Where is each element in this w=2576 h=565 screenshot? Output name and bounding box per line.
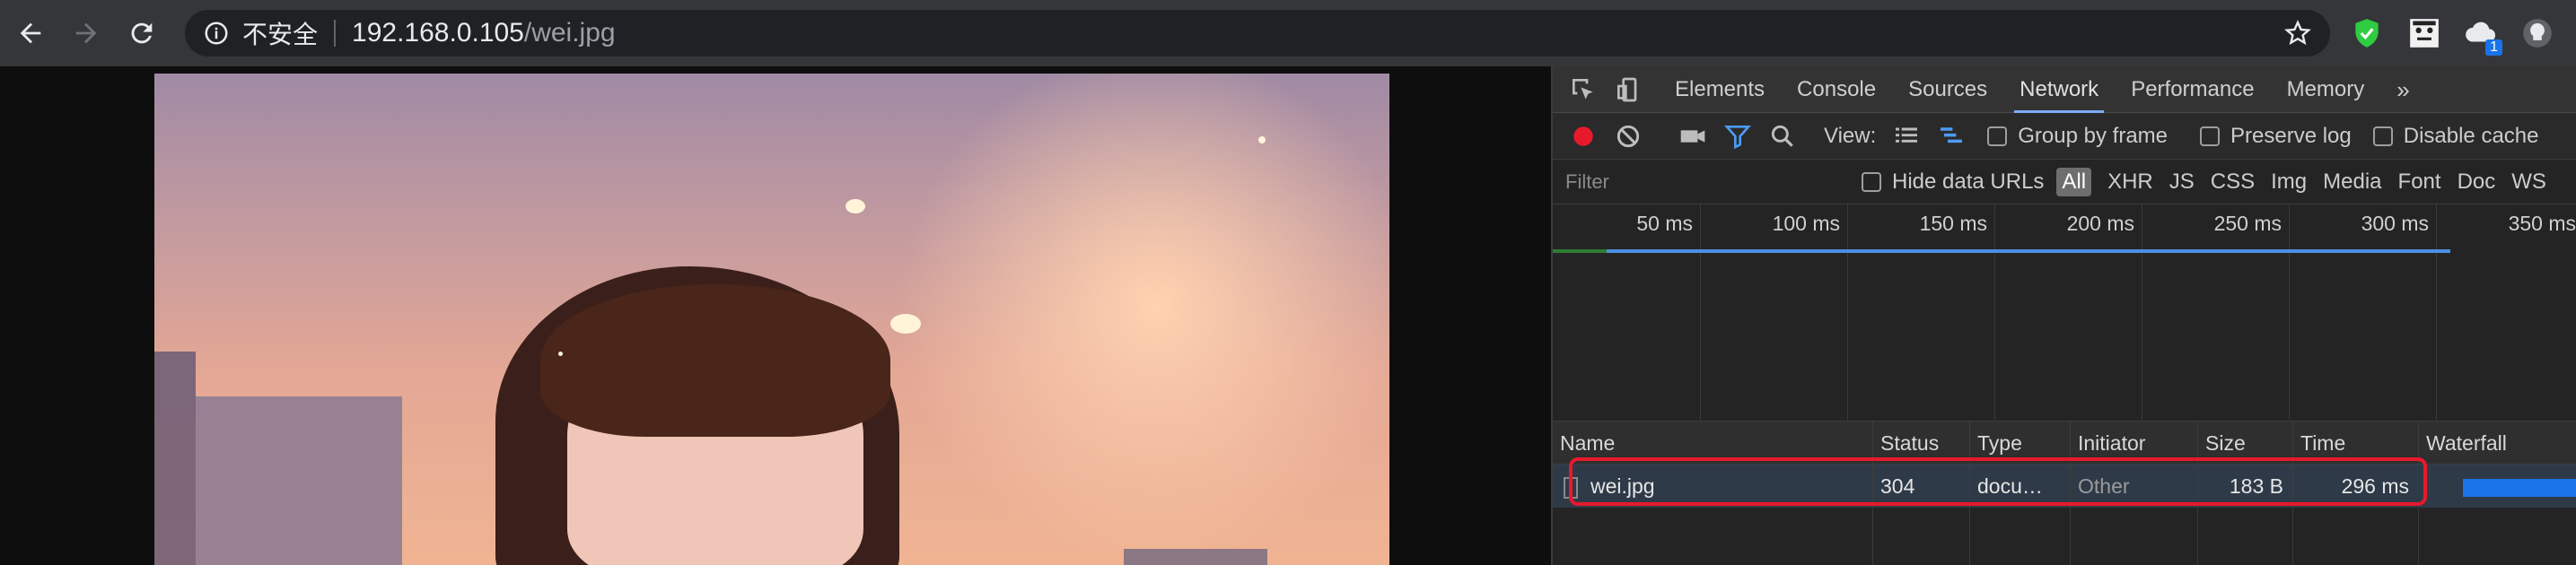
- search-icon[interactable]: [1768, 122, 1797, 151]
- anime-girl-image: [154, 74, 1389, 565]
- filter-type-font[interactable]: Font: [2398, 170, 2441, 195]
- network-overview-timeline: 50 ms 100 ms 150 ms 200 ms 250 ms 300 ms…: [1553, 204, 2576, 422]
- bookmark-star-icon[interactable]: [2283, 19, 2312, 48]
- timeline-tick: 200 ms: [2066, 212, 2134, 235]
- column-divider: [2418, 508, 2419, 565]
- timeline-tick: 350 ms: [2508, 212, 2576, 235]
- tab-network[interactable]: Network: [2014, 66, 2105, 113]
- timeline-tick: 250 ms: [2213, 212, 2282, 235]
- column-waterfall[interactable]: Waterfall: [2418, 422, 2576, 465]
- url-path: /wei.jpg: [523, 18, 616, 48]
- tab-performance[interactable]: Performance: [2131, 66, 2254, 113]
- back-arrow-icon: [20, 22, 41, 44]
- timeline-tick: 50 ms: [1636, 212, 1693, 235]
- more-tabs-icon[interactable]: »: [2396, 66, 2409, 113]
- lightbulb-icon[interactable]: [2520, 16, 2554, 50]
- filter-type-xhr[interactable]: XHR: [2107, 170, 2153, 195]
- highlight-outline: [1569, 457, 2427, 506]
- preserve-log-label: Preserve log: [2230, 123, 2352, 148]
- column-divider: [1872, 508, 1873, 565]
- url-host: 192.168.0.105: [352, 18, 524, 48]
- browser-toolbar: 不安全 192.168.0.105/wei.jpg 1: [0, 0, 2576, 66]
- timeline-request-bar: [1553, 249, 2450, 253]
- filter-type-doc[interactable]: Doc: [2458, 170, 2496, 195]
- filter-bar: Hide data URLs All XHR JS CSS Img Media …: [1553, 160, 2576, 204]
- checkbox-box: [1862, 171, 1881, 192]
- record-icon[interactable]: [1569, 122, 1598, 151]
- network-toolbar: View: Group by frame Preserve log Disabl…: [1553, 113, 2576, 160]
- sparkle: [890, 314, 921, 334]
- tab-console[interactable]: Console: [1797, 66, 1876, 113]
- camera-icon[interactable]: [1678, 122, 1707, 151]
- timeline-request-head: [1553, 249, 1607, 253]
- timeline-tick: 300 ms: [2361, 212, 2429, 235]
- forward-button[interactable]: [61, 8, 111, 58]
- reload-icon: [131, 22, 153, 44]
- checkbox-box: [2200, 126, 2220, 146]
- filter-type-js[interactable]: JS: [2169, 170, 2195, 195]
- info-icon[interactable]: [203, 20, 230, 47]
- filter-type-ws[interactable]: WS: [2511, 170, 2546, 195]
- checkbox-box: [1987, 126, 2008, 146]
- sparkle: [1258, 136, 1266, 143]
- timeline-tick: 100 ms: [1772, 212, 1840, 235]
- filter-type-all[interactable]: All: [2056, 167, 2092, 196]
- column-divider: [1969, 508, 1970, 565]
- tab-elements[interactable]: Elements: [1675, 66, 1765, 113]
- sparkle: [558, 352, 563, 356]
- shield-extension-icon[interactable]: [2350, 16, 2384, 50]
- timeline-gridline: [2289, 204, 2290, 420]
- extension-badge: 1: [2485, 39, 2502, 56]
- timeline-gridline: [1847, 204, 1848, 420]
- clear-icon[interactable]: [1614, 122, 1643, 151]
- page-viewport: [0, 66, 1551, 565]
- hide-data-urls-checkbox[interactable]: Hide data URLs: [1862, 170, 2044, 195]
- sunlight-glow: [887, 74, 1389, 558]
- filter-input[interactable]: [1556, 165, 1853, 198]
- face-extension-icon[interactable]: [2407, 16, 2441, 50]
- building: [196, 396, 402, 565]
- timeline-gridline: [1700, 204, 1701, 420]
- devtools-panel: Elements Console Sources Network Perform…: [1551, 66, 2576, 565]
- address-bar[interactable]: 不安全 192.168.0.105/wei.jpg: [185, 10, 2330, 56]
- cloud-extension[interactable]: 1: [2463, 16, 2502, 56]
- tab-memory[interactable]: Memory: [2287, 66, 2365, 113]
- reload-button[interactable]: [117, 8, 167, 58]
- disable-cache-label: Disable cache: [2403, 123, 2539, 148]
- bangs-shape: [540, 284, 890, 437]
- building: [154, 352, 196, 565]
- browser-window: 不安全 192.168.0.105/wei.jpg 1 Elements Con…: [0, 0, 2576, 565]
- group-by-frame-checkbox[interactable]: Group by frame: [1987, 124, 2168, 149]
- view-label: View:: [1824, 123, 1877, 148]
- omnibox-divider: [334, 20, 337, 47]
- tab-sources[interactable]: Sources: [1908, 66, 1987, 113]
- filter-type-css[interactable]: CSS: [2211, 170, 2255, 195]
- forward-arrow-icon: [75, 22, 97, 44]
- timeline-gridline: [2436, 204, 2437, 420]
- disable-cache-checkbox[interactable]: Disable cache: [2372, 123, 2539, 149]
- waterfall-view-icon[interactable]: [1937, 122, 1966, 151]
- column-divider: [2070, 508, 2071, 565]
- filter-type-img[interactable]: Img: [2271, 170, 2307, 195]
- group-by-frame-label: Group by frame: [2018, 123, 2168, 148]
- building: [1124, 549, 1267, 565]
- filter-type-media[interactable]: Media: [2323, 170, 2381, 195]
- security-label[interactable]: 不安全: [242, 15, 318, 51]
- column-divider: [2197, 508, 2198, 565]
- timeline-gridline: [1994, 204, 1995, 420]
- preserve-log-checkbox[interactable]: Preserve log: [2200, 124, 2352, 149]
- checkbox-box: [2372, 126, 2393, 146]
- devtools-tab-bar: Elements Console Sources Network Perform…: [1553, 66, 2576, 113]
- sparkle: [846, 199, 865, 213]
- device-toolbar-icon[interactable]: [1614, 75, 1643, 104]
- column-divider: [2292, 508, 2293, 565]
- inspect-element-icon[interactable]: [1569, 75, 1598, 104]
- back-button[interactable]: [5, 8, 56, 58]
- hide-data-urls-label: Hide data URLs: [1892, 169, 2045, 194]
- filter-icon[interactable]: [1723, 122, 1752, 151]
- waterfall-bar: [2463, 479, 2576, 497]
- timeline-tick: 150 ms: [1919, 212, 1987, 235]
- list-view-icon[interactable]: [1892, 122, 1921, 151]
